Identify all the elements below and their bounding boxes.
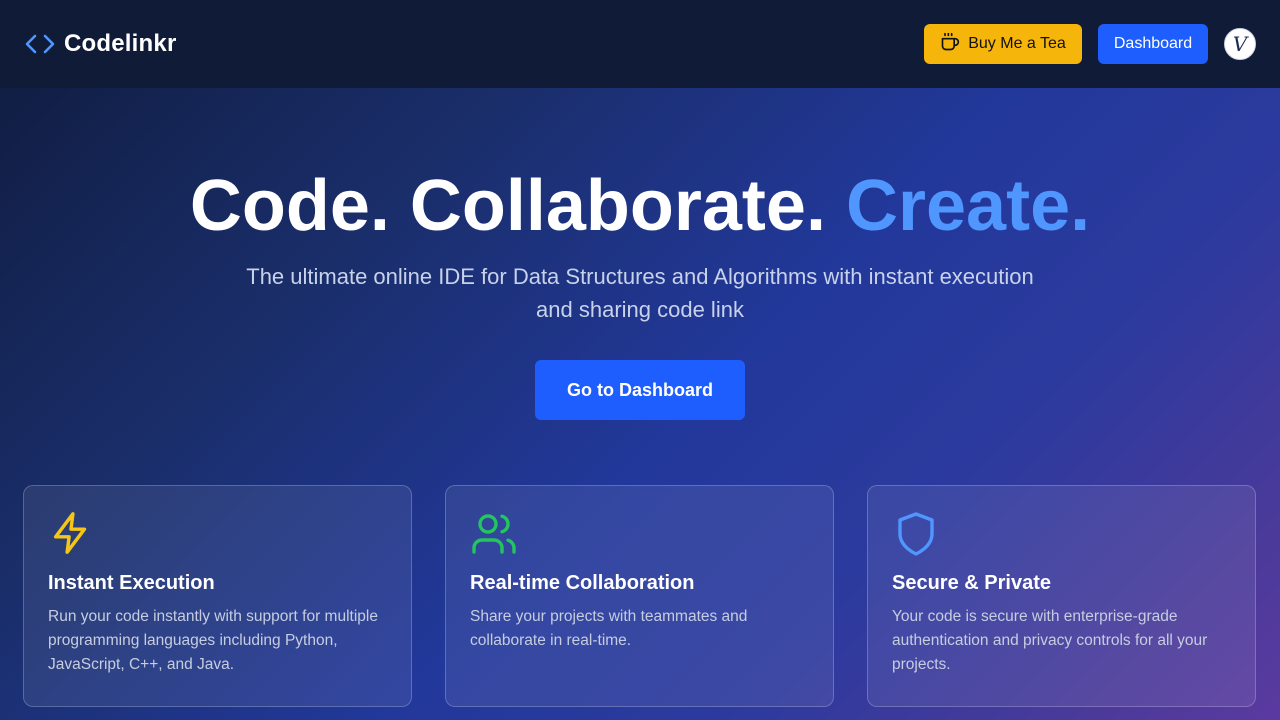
brand-logo[interactable]: Codelinkr bbox=[24, 30, 176, 58]
hero-section: Code. Collaborate. Create. The ultimate … bbox=[0, 88, 1280, 420]
feature-title: Secure & Private bbox=[892, 572, 1051, 594]
navbar: Codelinkr Buy Me a Tea Dashboard V bbox=[0, 0, 1280, 88]
feature-card-secure-private: Secure & Private Your code is secure wit… bbox=[867, 485, 1256, 707]
brand-name: Codelinkr bbox=[64, 30, 177, 57]
feature-cards: Instant Execution Run your code instantl… bbox=[23, 485, 1256, 707]
dashboard-button[interactable]: Dashboard bbox=[1098, 24, 1208, 64]
hero-title: Code. Collaborate. Create. bbox=[0, 166, 1280, 246]
feature-description: Run your code instantly with support for… bbox=[48, 608, 378, 673]
users-icon bbox=[470, 510, 809, 558]
go-to-dashboard-button[interactable]: Go to Dashboard bbox=[535, 360, 745, 420]
hero-title-accent: Create. bbox=[845, 166, 1091, 246]
hero-title-main: Code. Collaborate. bbox=[189, 166, 826, 246]
shield-icon bbox=[892, 510, 1231, 558]
buy-me-a-tea-label: Buy Me a Tea bbox=[968, 35, 1066, 52]
feature-title: Instant Execution bbox=[48, 572, 215, 594]
hero-subtitle: The ultimate online IDE for Data Structu… bbox=[246, 264, 1034, 322]
nav-actions: Buy Me a Tea Dashboard V bbox=[924, 24, 1256, 64]
avatar[interactable]: V bbox=[1224, 28, 1256, 60]
cup-icon bbox=[940, 32, 960, 57]
feature-title: Real-time Collaboration bbox=[470, 572, 695, 594]
lightning-icon bbox=[48, 510, 387, 558]
feature-description: Share your projects with teammates and c… bbox=[470, 608, 748, 649]
code-brackets-icon bbox=[24, 32, 56, 56]
feature-card-real-time-collaboration: Real-time Collaboration Share your proje… bbox=[445, 485, 834, 707]
buy-me-a-tea-button[interactable]: Buy Me a Tea bbox=[924, 24, 1082, 64]
feature-card-instant-execution: Instant Execution Run your code instantl… bbox=[23, 485, 412, 707]
feature-description: Your code is secure with enterprise-grad… bbox=[892, 608, 1208, 673]
